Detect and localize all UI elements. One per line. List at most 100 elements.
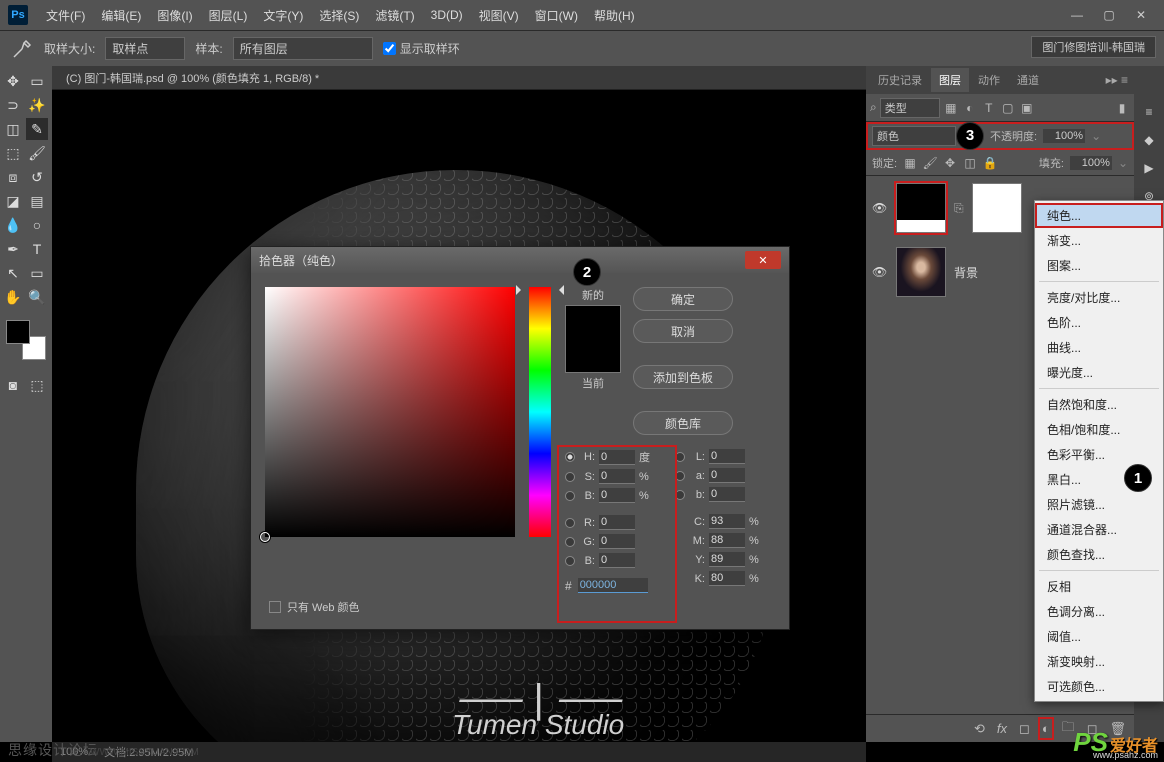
field-m[interactable] bbox=[709, 533, 745, 548]
field-y[interactable] bbox=[709, 552, 745, 567]
fx-icon[interactable]: fx bbox=[997, 721, 1007, 736]
adj-menu-item[interactable]: 图案... bbox=[1035, 253, 1163, 278]
eraser-tool[interactable]: ◪ bbox=[2, 190, 24, 212]
tab-actions[interactable]: 动作 bbox=[970, 68, 1008, 92]
type-tool[interactable]: T bbox=[26, 238, 48, 260]
field-lab-b[interactable] bbox=[709, 487, 745, 502]
menu-edit[interactable]: 编辑(E) bbox=[93, 7, 149, 24]
preview-box[interactable] bbox=[565, 305, 621, 373]
link-layers-icon[interactable]: ⟲ bbox=[974, 721, 985, 737]
filter-shape-icon[interactable]: ▢ bbox=[1000, 100, 1016, 116]
menu-image[interactable]: 图像(I) bbox=[149, 7, 200, 24]
close-button[interactable]: ✕ bbox=[1126, 5, 1156, 25]
lock-transparent-icon[interactable]: ▦ bbox=[903, 156, 917, 170]
pen-tool[interactable]: ✒ bbox=[2, 238, 24, 260]
color-libraries-button[interactable]: 颜色库 bbox=[633, 411, 733, 435]
layer-mask-thumb[interactable] bbox=[972, 183, 1022, 233]
menu-view[interactable]: 视图(V) bbox=[471, 7, 527, 24]
lasso-tool[interactable]: ⊃ bbox=[2, 94, 24, 116]
sample-size-select[interactable]: 取样点 bbox=[105, 37, 185, 60]
filter-type-icon[interactable]: T bbox=[981, 100, 997, 116]
adj-menu-item[interactable]: 亮度/对比度... bbox=[1035, 285, 1163, 310]
layer-filter-select[interactable]: 类型 bbox=[880, 98, 940, 118]
sample-select[interactable]: 所有图层 bbox=[233, 37, 373, 60]
lock-pixel-icon[interactable]: 🖌 bbox=[923, 156, 937, 170]
saturation-value-box[interactable] bbox=[265, 287, 515, 537]
menu-select[interactable]: 选择(S) bbox=[311, 7, 367, 24]
adj-menu-item[interactable]: 渐变... bbox=[1035, 228, 1163, 253]
adj-menu-item[interactable]: 颜色查找... bbox=[1035, 542, 1163, 567]
filter-pixel-icon[interactable]: ▦ bbox=[943, 100, 959, 116]
shape-tool[interactable]: ▭ bbox=[26, 262, 48, 284]
dialog-close-button[interactable]: ✕ bbox=[745, 251, 781, 269]
panel-menu-icon[interactable]: ▸▸ ≡ bbox=[1106, 73, 1128, 87]
adj-menu-item[interactable]: 通道混合器... bbox=[1035, 517, 1163, 542]
hand-tool[interactable]: ✋ bbox=[2, 286, 24, 308]
zoom-tool[interactable]: 🔍 bbox=[26, 286, 48, 308]
adj-menu-item[interactable]: 反相 bbox=[1035, 574, 1163, 599]
lock-artboard-icon[interactable]: ◫ bbox=[963, 156, 977, 170]
visibility-icon[interactable]: 👁 bbox=[872, 201, 888, 215]
workspace-name[interactable]: 图门修图培训-韩国瑞 bbox=[1031, 36, 1156, 58]
filter-toggle-icon[interactable]: ▮ bbox=[1114, 100, 1130, 116]
opacity-field[interactable] bbox=[1043, 129, 1085, 143]
quickmask-tool[interactable]: ◙ bbox=[2, 374, 24, 396]
adj-menu-item[interactable]: 色彩平衡... bbox=[1035, 442, 1163, 467]
menu-window[interactable]: 窗口(W) bbox=[527, 7, 586, 24]
layer-thumb-fill[interactable] bbox=[896, 183, 946, 233]
adj-menu-item[interactable]: 照片滤镜... bbox=[1035, 492, 1163, 517]
blend-mode-select[interactable]: 颜色 bbox=[872, 126, 956, 146]
path-tool[interactable]: ↖ bbox=[2, 262, 24, 284]
add-swatch-button[interactable]: 添加到色板 bbox=[633, 365, 733, 389]
ok-button[interactable]: 确定 bbox=[633, 287, 733, 311]
adj-menu-item[interactable]: 纯色... bbox=[1035, 203, 1163, 228]
stamp-tool[interactable]: ⧈ bbox=[2, 166, 24, 188]
dialog-title-bar[interactable]: 拾色器（纯色） ✕ bbox=[251, 247, 789, 273]
history-brush-tool[interactable]: ↺ bbox=[26, 166, 48, 188]
screen-mode-tool[interactable]: ⬚ bbox=[26, 374, 48, 396]
tab-layers[interactable]: 图层 bbox=[931, 68, 969, 92]
document-tab[interactable]: (C) 图门-韩国瑞.psd @ 100% (颜色填充 1, RGB/8) * bbox=[52, 66, 866, 90]
foreground-color[interactable] bbox=[6, 320, 30, 344]
marquee-tool[interactable]: ▭ bbox=[26, 70, 48, 92]
menu-type[interactable]: 文字(Y) bbox=[255, 7, 311, 24]
hue-slider[interactable] bbox=[529, 287, 551, 537]
adj-menu-item[interactable]: 阈值... bbox=[1035, 624, 1163, 649]
minimize-button[interactable]: — bbox=[1062, 5, 1092, 25]
adjustment-layer-icon[interactable]: ◐ bbox=[1042, 721, 1050, 736]
lock-all-icon[interactable]: 🔒 bbox=[983, 156, 997, 170]
field-k[interactable] bbox=[709, 571, 745, 586]
adj-menu-item[interactable]: 色调分离... bbox=[1035, 599, 1163, 624]
dodge-tool[interactable]: ○ bbox=[26, 214, 48, 236]
filter-adjust-icon[interactable]: ◐ bbox=[962, 100, 978, 116]
menu-3d[interactable]: 3D(D) bbox=[423, 8, 471, 22]
adj-menu-item[interactable]: 色阶... bbox=[1035, 310, 1163, 335]
brush-tool[interactable]: 🖌 bbox=[26, 142, 48, 164]
web-only-box[interactable] bbox=[269, 601, 281, 613]
filter-smart-icon[interactable]: ▣ bbox=[1019, 100, 1035, 116]
layer-thumb-bg[interactable] bbox=[896, 247, 946, 297]
menu-file[interactable]: 文件(F) bbox=[38, 7, 93, 24]
menu-layer[interactable]: 图层(L) bbox=[201, 7, 256, 24]
field-l[interactable] bbox=[709, 449, 745, 464]
adj-menu-item[interactable]: 曲线... bbox=[1035, 335, 1163, 360]
hue-slider-handle[interactable] bbox=[524, 285, 556, 289]
adj-menu-item[interactable]: 自然饱和度... bbox=[1035, 392, 1163, 417]
adj-menu-item[interactable]: 渐变映射... bbox=[1035, 649, 1163, 674]
show-ring-checkbox[interactable]: 显示取样环 bbox=[383, 40, 460, 57]
fill-field[interactable] bbox=[1070, 156, 1112, 170]
mask-icon[interactable]: ◻ bbox=[1019, 721, 1030, 737]
collapsed-icon-1[interactable]: ≡ bbox=[1139, 102, 1159, 122]
move-tool[interactable]: ✥ bbox=[2, 70, 24, 92]
adj-menu-item[interactable]: 色相/饱和度... bbox=[1035, 417, 1163, 442]
menu-help[interactable]: 帮助(H) bbox=[586, 7, 643, 24]
fg-bg-colors[interactable] bbox=[6, 320, 46, 360]
wand-tool[interactable]: ✨ bbox=[26, 94, 48, 116]
web-only-checkbox[interactable]: 只有 Web 颜色 bbox=[269, 599, 360, 615]
gradient-tool[interactable]: ▤ bbox=[26, 190, 48, 212]
tab-channels[interactable]: 通道 bbox=[1009, 68, 1047, 92]
collapsed-icon-3[interactable]: ▶ bbox=[1139, 158, 1159, 178]
layer-name-bg[interactable]: 背景 bbox=[954, 264, 978, 281]
link-icon[interactable]: ⎘ bbox=[954, 201, 964, 216]
patch-tool[interactable]: ⬚ bbox=[2, 142, 24, 164]
